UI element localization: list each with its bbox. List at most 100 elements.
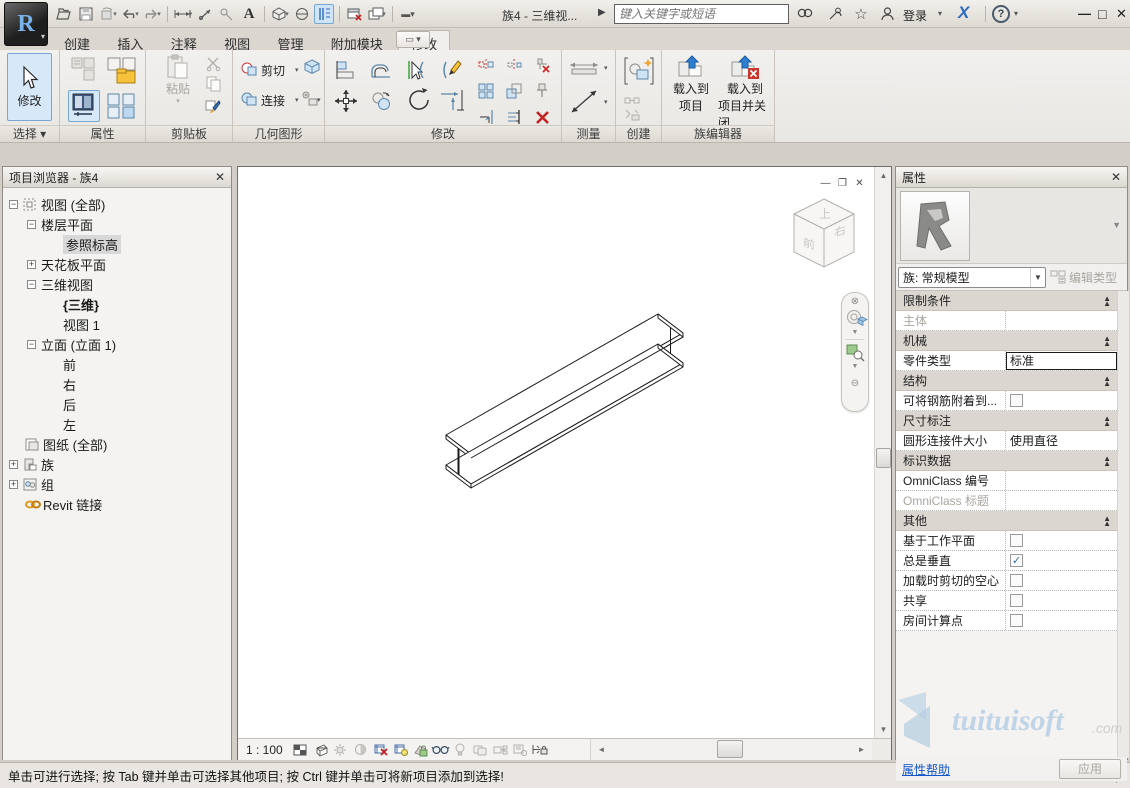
panel-create-label[interactable]: 创建 (616, 125, 661, 142)
customize-qat-button[interactable]: ▬▾ (398, 4, 418, 24)
tree-item-left[interactable]: 左 (63, 414, 76, 434)
scale-button[interactable] (505, 82, 523, 100)
temporary-hide-isolate-button[interactable] (432, 741, 449, 758)
tree-item-elevations[interactable]: −立面 (立面 1) (27, 334, 116, 354)
search-input[interactable] (614, 4, 789, 24)
collapse-chevron-icon[interactable]: ▲▲ (1103, 296, 1110, 306)
offset-button[interactable] (369, 58, 393, 82)
unpin-button[interactable] (533, 56, 551, 74)
load-into-project-button[interactable]: 载入到 项目 (666, 54, 716, 122)
collapse-chevron-icon[interactable]: ▲▲ (1103, 516, 1110, 526)
copy-button[interactable] (369, 88, 395, 114)
viewport-vertical-scrollbar[interactable]: ▲ ▼ (874, 167, 891, 738)
section-dimensions[interactable]: 尺寸标注▲▲ (896, 411, 1117, 431)
worksharing-display-button[interactable] (472, 741, 489, 758)
title-expand-arrow[interactable]: ▶ (598, 7, 606, 18)
ibeam-3d-model[interactable] (238, 167, 874, 738)
shadows-button[interactable] (352, 741, 369, 758)
paste-dropdown-arrow[interactable]: ▾ (176, 97, 180, 105)
switch-windows-dropdown-arrow[interactable]: ▾ (382, 10, 386, 18)
tree-item-ref-level[interactable]: 参照标高 (63, 234, 121, 254)
panel-geometry-label[interactable]: 几何图形 (233, 125, 324, 142)
project-browser-header[interactable]: 项目浏览器 - 族4 ✕ (3, 167, 231, 188)
property-grid-scrollbar[interactable] (1117, 291, 1129, 758)
tree-item-back[interactable]: 后 (63, 394, 76, 414)
row-host[interactable]: 主体 (896, 311, 1117, 331)
copy-to-clipboard-button[interactable] (204, 75, 222, 93)
temporary-view-properties-button[interactable] (512, 741, 529, 758)
panel-measure-label[interactable]: 测量 (562, 125, 615, 142)
dimension-tool-button[interactable] (567, 86, 601, 116)
communication-center-button[interactable] (824, 4, 846, 24)
pin-button[interactable] (533, 82, 551, 100)
dimension-dropdown-arrow2[interactable]: ▾ (604, 98, 608, 106)
split-with-gap-button[interactable] (441, 58, 465, 82)
measure-between-refs-button[interactable] (567, 58, 601, 78)
join-dropdown-arrow[interactable]: ▾ (295, 96, 299, 104)
row-cut-voids[interactable]: 加载时剪切的空心✓ (896, 571, 1117, 591)
locked-3d-view-button[interactable] (412, 741, 429, 758)
mirror-draw-axis-button[interactable] (505, 56, 523, 74)
expander-icon[interactable]: − (9, 200, 18, 209)
reveal-hidden-elements-button[interactable] (452, 741, 469, 758)
visual-style-button[interactable] (312, 741, 329, 758)
join-geometry-icon-button[interactable] (239, 90, 259, 108)
thin-lines-toggle[interactable] (314, 4, 334, 24)
ribbon-display-toggle[interactable]: ▭ ▾ (396, 31, 430, 48)
panel-select-label[interactable]: 选择 ▾ (0, 125, 59, 142)
drawing-canvas[interactable]: — ❐ ✕ 上 前 右 ⊗ ▼ (238, 167, 874, 738)
move-button[interactable] (333, 88, 359, 114)
viewport-horizontal-scrollbar[interactable]: ◄ ► (590, 739, 872, 760)
cut-geometry-label[interactable]: 剪切 (261, 62, 285, 79)
properties-header[interactable]: 属性 ✕ (896, 167, 1127, 188)
redo-button[interactable]: ▾ (142, 4, 162, 24)
panel-modify-label[interactable]: 修改 (325, 125, 561, 142)
always-vertical-checkbox[interactable]: ✓ (1010, 554, 1023, 567)
scale-button[interactable]: 1 : 100 (246, 743, 283, 757)
join-geometry-label[interactable]: 连接 (261, 92, 285, 109)
panel-family-editor-label[interactable]: 族编辑器 (662, 125, 774, 142)
cut-to-clipboard-button[interactable] (204, 54, 222, 72)
section-identity-data[interactable]: 标识数据▲▲ (896, 451, 1117, 471)
minimize-button[interactable]: — (1078, 6, 1091, 21)
expander-icon[interactable]: − (27, 220, 36, 229)
tree-item-3d[interactable]: {三维} (63, 294, 99, 314)
displacement-sets-button[interactable] (492, 741, 509, 758)
section-constraints[interactable]: 限制条件▲▲ (896, 291, 1117, 311)
save-group-button[interactable] (623, 106, 641, 124)
load-into-project-close-button[interactable]: 载入到 项目并关闭 (718, 54, 772, 122)
project-browser-close-icon[interactable]: ✕ (215, 170, 225, 184)
tree-item-floor-plans[interactable]: −楼层平面 (27, 214, 93, 234)
row-rebar-attach[interactable]: 可将钢筋附着到...✓ (896, 391, 1117, 411)
expander-icon[interactable]: + (9, 460, 18, 469)
tree-item-right[interactable]: 右 (63, 374, 76, 394)
tree-item-groups[interactable]: +组 (9, 474, 54, 494)
shared-checkbox[interactable]: ✓ (1010, 594, 1023, 607)
edit-type-button[interactable]: 编辑类型 (1050, 269, 1117, 286)
section-mechanical[interactable]: 机械▲▲ (896, 331, 1117, 351)
text-button[interactable]: A (239, 4, 259, 24)
sync-dropdown-arrow[interactable]: ▾ (113, 10, 117, 18)
scroll-left-icon[interactable]: ◄ (593, 741, 610, 758)
rotate-button[interactable] (405, 86, 433, 114)
array-button[interactable] (477, 82, 495, 100)
omniclass-number-value[interactable] (1006, 471, 1117, 490)
expander-icon[interactable]: + (9, 480, 18, 489)
paste-button[interactable]: 粘贴 ▾ (158, 54, 198, 120)
3d-view-dropdown-arrow[interactable]: ▾ (285, 10, 289, 18)
row-omniclass-title[interactable]: OmniClass 标题 (896, 491, 1117, 511)
vertical-scroll-thumb[interactable] (876, 448, 891, 468)
trim-corner-button[interactable] (477, 108, 495, 126)
row-shared[interactable]: 共享✓ (896, 591, 1117, 611)
tree-item-sheets[interactable]: 图纸 (全部) (25, 434, 107, 454)
redo-dropdown-arrow[interactable]: ▾ (157, 10, 161, 18)
collapse-chevron-icon[interactable]: ▲▲ (1103, 416, 1110, 426)
preview-dropdown-arrow[interactable]: ▼ (1112, 220, 1121, 230)
dimension-dropdown-arrow[interactable]: ▾ (189, 10, 193, 18)
section-structural[interactable]: 结构▲▲ (896, 371, 1117, 391)
properties-close-icon[interactable]: ✕ (1111, 170, 1121, 184)
close-hidden-windows-button[interactable] (345, 4, 365, 24)
cut-voids-checkbox[interactable]: ✓ (1010, 574, 1023, 587)
tree-item-families[interactable]: +族 (9, 454, 54, 474)
row-always-vertical[interactable]: 总是垂直✓ (896, 551, 1117, 571)
